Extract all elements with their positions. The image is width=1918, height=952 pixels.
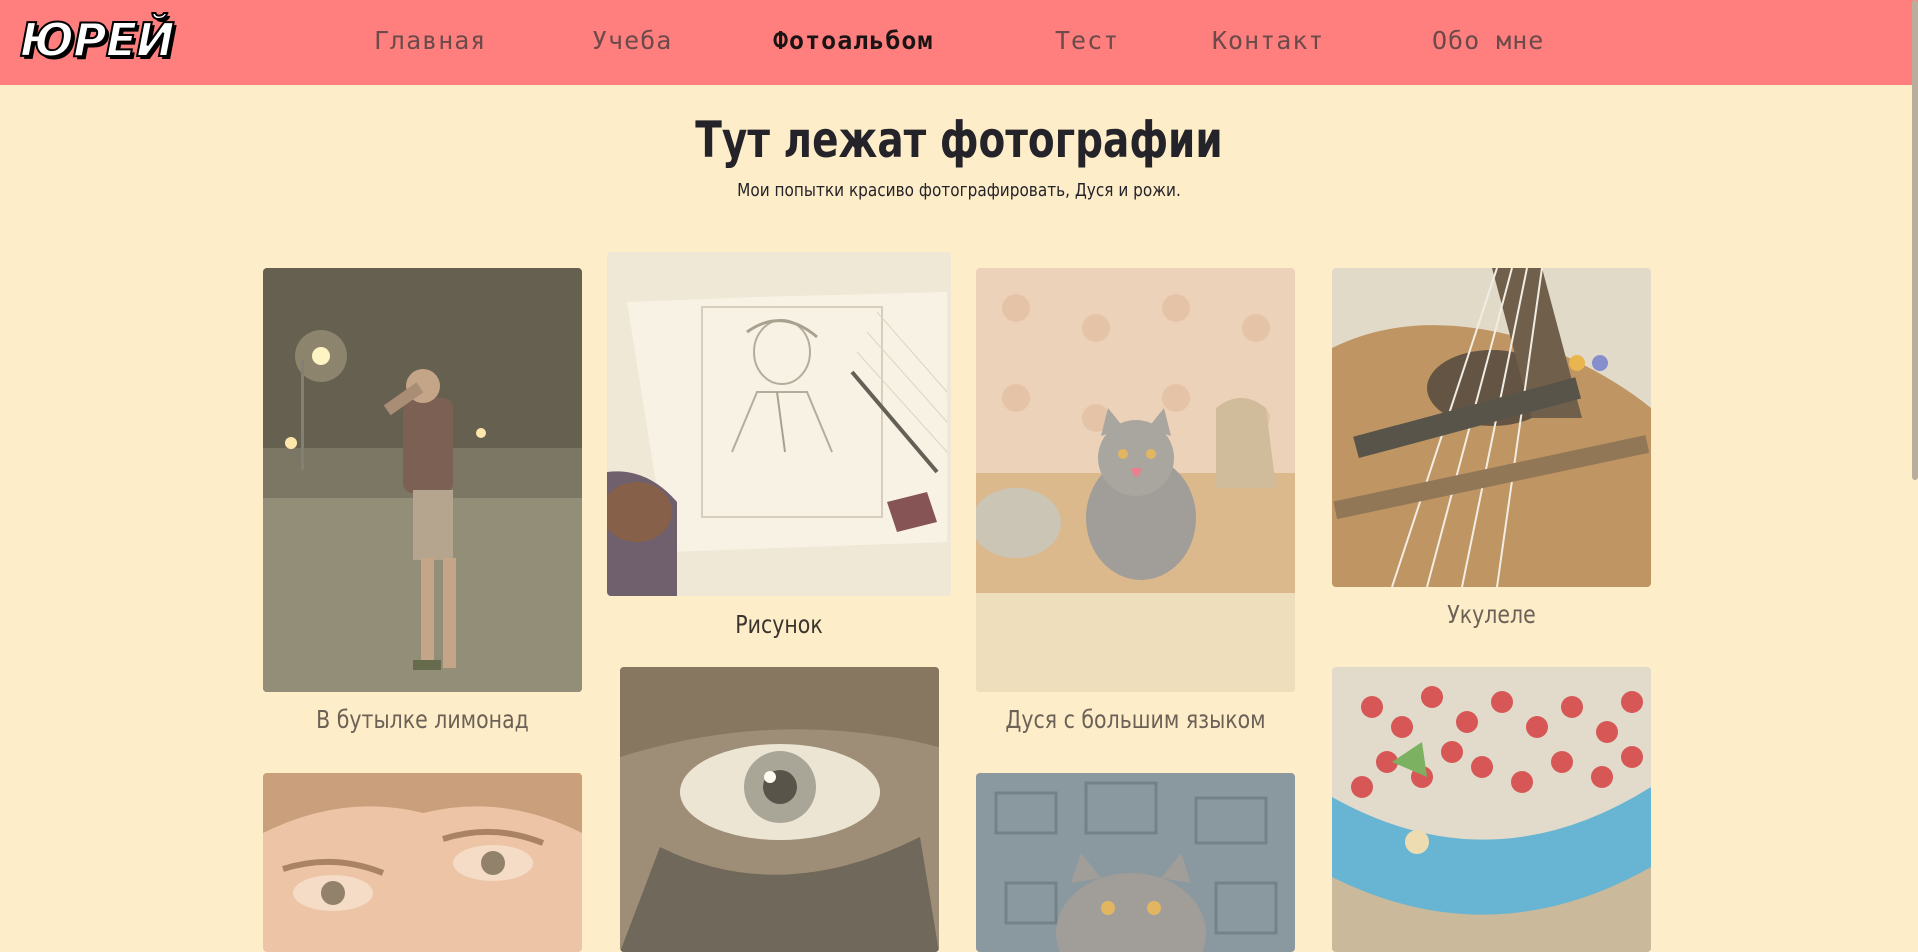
cat-on-counter-icon [976,268,1295,692]
sketchbook-icon [607,252,951,596]
face-closeup-icon [263,773,582,952]
photo-cat[interactable] [976,268,1295,692]
nav-item-test[interactable]: Тест [1055,24,1119,58]
ukulele-icon [1332,268,1651,587]
nav-item-study[interactable]: Учеба [592,24,672,58]
nav-item-about[interactable]: Обо мне [1432,24,1544,58]
red-currants-icon [1332,667,1651,952]
night-street-icon [263,268,582,692]
caption-cat: Дуся с большим языком [1005,705,1266,734]
nav-item-contact[interactable]: Контакт [1212,24,1324,58]
main-nav: Главная Учеба Фотоальбом Тест Контакт Об… [0,0,1918,85]
photo-face[interactable] [263,773,582,952]
photo-bottle[interactable] [263,268,582,692]
caption-drawing: Рисунок [735,610,823,639]
photo-berries[interactable] [1332,667,1651,952]
top-header: ЮРЕЙ Главная Учеба Фотоальбом Тест Конта… [0,0,1918,85]
nav-item-home[interactable]: Главная [374,24,486,58]
photo-ukulele[interactable] [1332,268,1651,587]
caption-ukulele: Укулеле [1447,600,1536,629]
photo-drawing[interactable] [607,252,951,596]
page-title: Тут лежат фотографии [695,111,1223,169]
photo-eye[interactable] [620,667,939,952]
eye-closeup-icon [620,667,939,952]
photo-cat-pillow[interactable] [976,773,1295,952]
page-scrollbar[interactable] [1912,0,1918,480]
caption-bottle: В бутылке лимонад [316,705,529,734]
cat-on-pillow-icon [976,773,1295,952]
nav-item-photoalbum[interactable]: Фотоальбом [773,24,934,58]
page-subtitle: Мои попытки красиво фотографировать, Дус… [737,180,1181,201]
